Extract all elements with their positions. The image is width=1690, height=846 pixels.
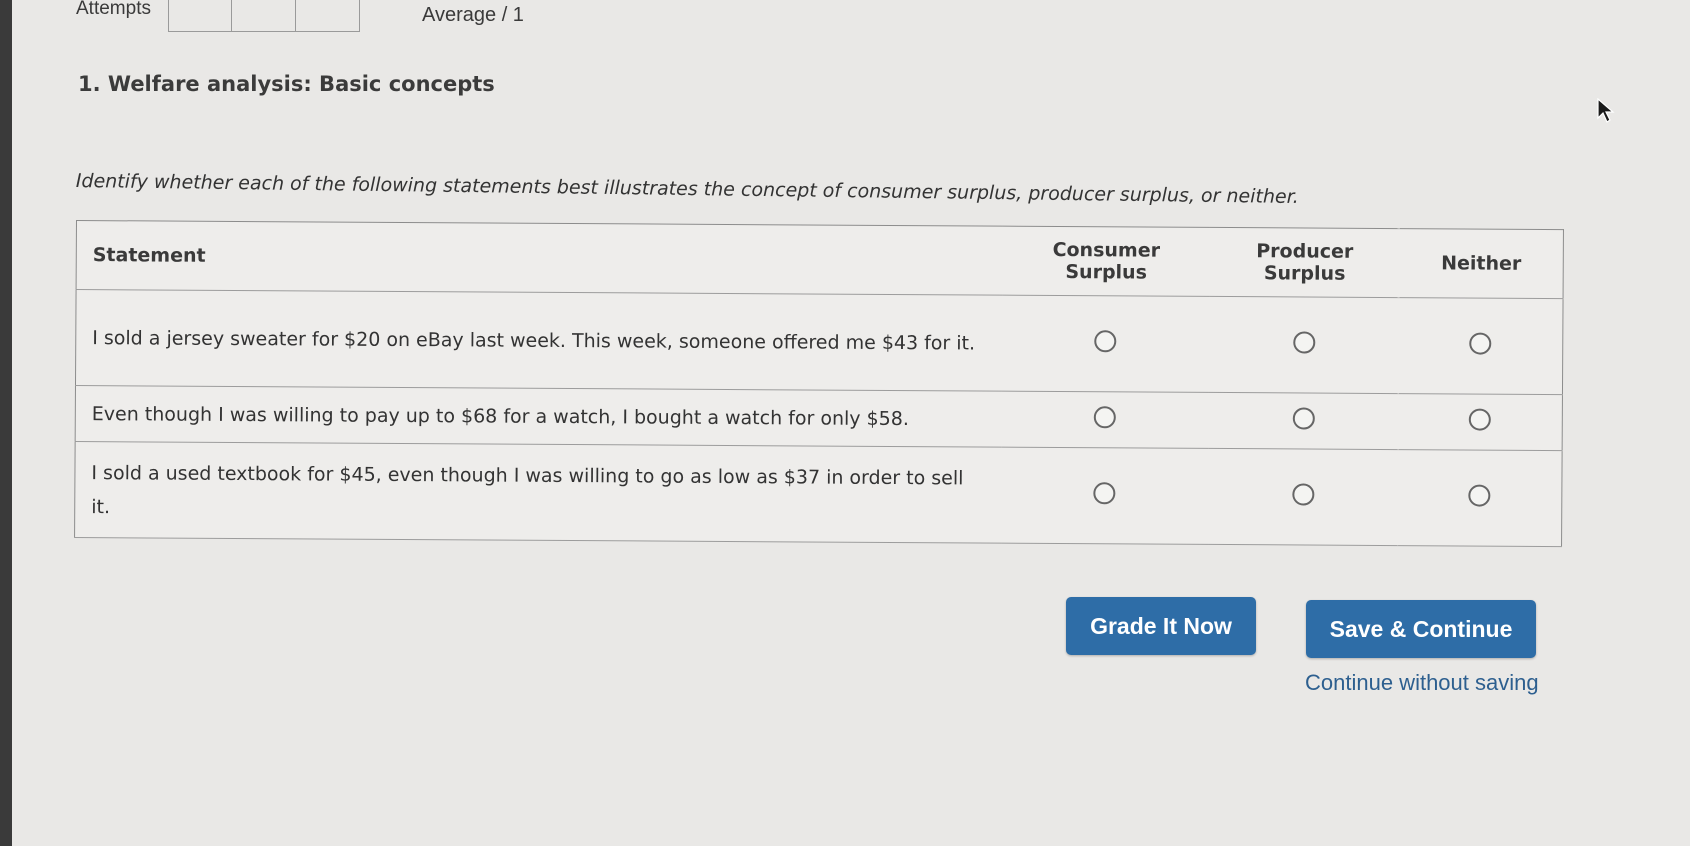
grade-it-now-button[interactable]: Grade It Now — [1066, 597, 1256, 655]
radio-cell — [1398, 393, 1563, 451]
neither-header: Neither — [1399, 228, 1564, 299]
radio-cell — [1001, 391, 1209, 449]
attempt-box — [168, 0, 232, 32]
producer-surplus-radio[interactable] — [1292, 483, 1315, 506]
save-and-continue-button[interactable]: Save & Continue — [1306, 600, 1536, 658]
mouse-pointer-icon — [1597, 97, 1615, 128]
question-title: 1. Welfare analysis: Basic concepts — [78, 72, 495, 96]
radio-cell — [1208, 392, 1399, 450]
consumer-surplus-header: Consumer Surplus — [1002, 226, 1210, 297]
table-row: Even though I was willing to pay up to $… — [75, 385, 1563, 451]
producer-header-line1: Producer — [1256, 240, 1354, 263]
producer-header-line2: Surplus — [1263, 262, 1346, 285]
statement-text: I sold a jersey sweater for $20 on eBay … — [75, 289, 1003, 392]
attempt-box — [296, 0, 360, 32]
radio-cell — [1207, 448, 1399, 546]
table-row: I sold a jersey sweater for $20 on eBay … — [75, 289, 1564, 395]
table-header-row: Statement Consumer Surplus Producer Surp… — [76, 220, 1564, 299]
consumer-surplus-radio[interactable] — [1094, 406, 1117, 429]
producer-surplus-radio[interactable] — [1292, 407, 1315, 430]
continue-without-saving-link[interactable]: Continue without saving — [1305, 670, 1539, 696]
question-table: Statement Consumer Surplus Producer Surp… — [74, 220, 1564, 548]
average-label: Average / 1 — [422, 4, 524, 26]
question-instructions: Identify whether each of the following s… — [75, 170, 1299, 209]
producer-surplus-radio[interactable] — [1293, 331, 1316, 354]
radio-cell — [1001, 295, 1210, 393]
consumer-header-line2: Surplus — [1065, 261, 1148, 284]
producer-surplus-header: Producer Surplus — [1209, 227, 1400, 298]
neither-radio[interactable] — [1469, 408, 1492, 431]
consumer-surplus-radio[interactable] — [1094, 330, 1117, 353]
neither-radio[interactable] — [1468, 484, 1491, 507]
attempt-box — [232, 0, 296, 32]
radio-cell — [1001, 447, 1209, 545]
question-table-container: Statement Consumer Surplus Producer Surp… — [74, 220, 1564, 548]
attempts-label: Attempts — [76, 0, 151, 19]
consumer-header-line1: Consumer — [1052, 238, 1161, 262]
statement-text: I sold a used textbook for $45, even tho… — [74, 441, 1002, 544]
attempt-boxes — [168, 0, 360, 32]
window-left-edge — [0, 0, 12, 846]
statement-header: Statement — [76, 220, 1003, 296]
statement-text: Even though I was willing to pay up to $… — [75, 385, 1002, 448]
radio-cell — [1208, 296, 1400, 394]
radio-cell — [1398, 449, 1563, 547]
neither-radio[interactable] — [1469, 332, 1492, 355]
table-row: I sold a used textbook for $45, even tho… — [74, 441, 1563, 547]
radio-cell — [1398, 297, 1564, 395]
consumer-surplus-radio[interactable] — [1093, 482, 1116, 505]
